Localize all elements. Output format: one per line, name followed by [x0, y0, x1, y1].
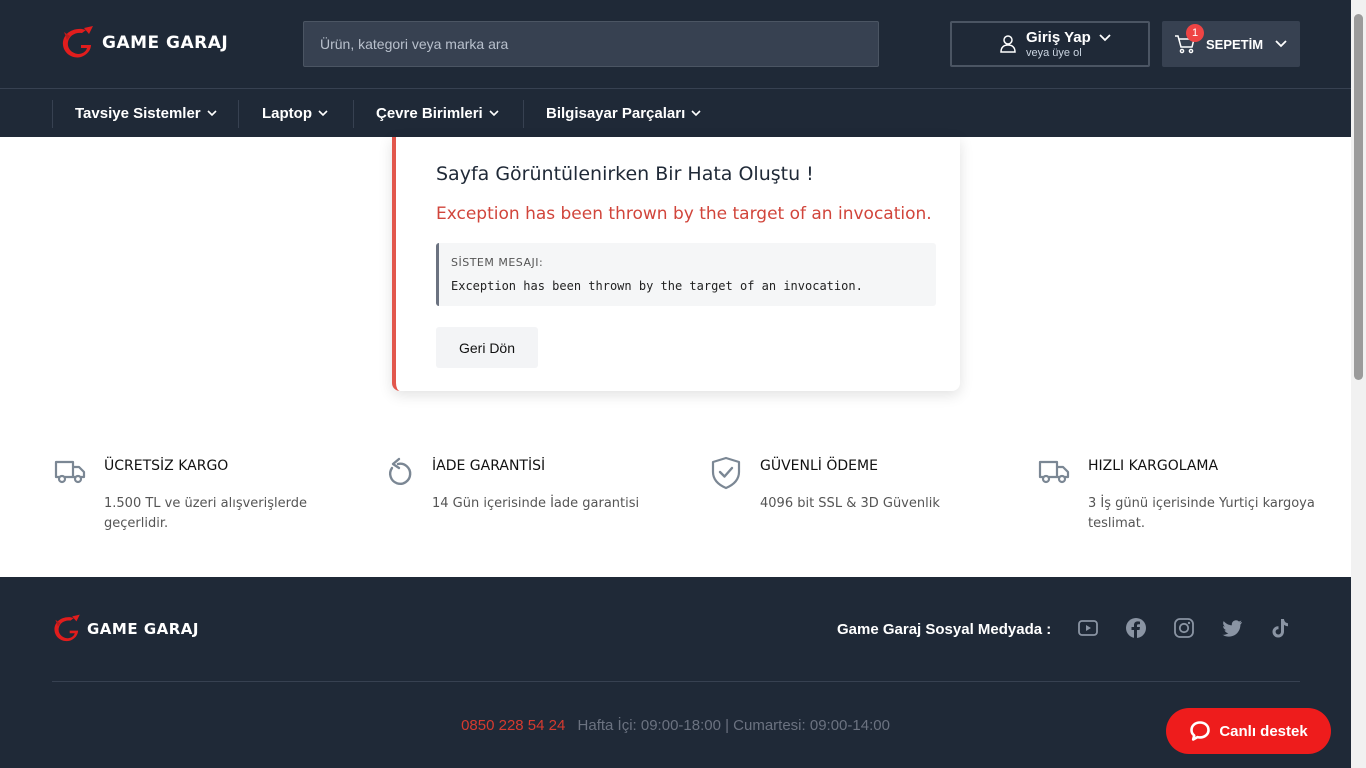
feature-title: HIZLI KARGOLAMA [1088, 458, 1219, 474]
error-title: Sayfa Görüntülenirken Bir Hata Oluştu ! [436, 163, 814, 185]
chat-bubble-icon [1190, 721, 1211, 741]
nav-item-tavsiye-sistemler[interactable]: Tavsiye Sistemler [75, 89, 217, 138]
feature-desc: 3 İş günü içerisinde Yurtiçi kargoya tes… [1088, 496, 1315, 531]
error-exception: Exception has been thrown by the target … [436, 204, 932, 224]
contact-info: 0850 228 54 24 Hafta İçi: 09:00-18:00 | … [0, 717, 1351, 734]
twitter-icon[interactable] [1221, 617, 1243, 639]
truck-icon [54, 460, 86, 484]
user-icon [1000, 35, 1016, 53]
logo-text: GAME GARAJ [102, 33, 229, 53]
main-nav: Tavsiye Sistemler Laptop Çevre Birimleri… [0, 88, 1351, 137]
feature-desc: 14 Gün içerisinde İade garantisi [432, 496, 640, 511]
return-icon [389, 457, 412, 485]
error-card: Sayfa Görüntülenirken Bir Hata Oluştu ! … [392, 137, 960, 391]
header: GAME GARAJ Giriş Yap veya üye ol 1 SEPET… [0, 0, 1351, 88]
chevron-down-icon [1275, 40, 1287, 48]
footer: GAME GARAJ Game Garaj Sosyal Medyada : 0… [0, 577, 1351, 768]
chevron-down-icon [318, 110, 328, 117]
nav-divider [238, 100, 239, 128]
tiktok-icon[interactable] [1269, 617, 1291, 639]
cart-count-badge: 1 [1186, 24, 1204, 42]
nav-item-laptop[interactable]: Laptop [262, 89, 328, 138]
shield-check-icon [711, 456, 741, 490]
feature-desc: 4096 bit SSL & 3D Güvenlik [760, 496, 940, 511]
cart-button[interactable]: 1 SEPETİM [1162, 21, 1300, 67]
system-message-label: SİSTEM MESAJI: [451, 256, 544, 269]
feature-title: İADE GARANTİSİ [432, 458, 546, 474]
nav-item-cevre-birimleri[interactable]: Çevre Birimleri [376, 89, 499, 138]
facebook-icon[interactable] [1125, 617, 1147, 639]
system-message-box: SİSTEM MESAJI: Exception has been thrown… [436, 243, 936, 306]
chevron-down-icon [691, 110, 701, 117]
cart-icon: 1 [1174, 24, 1204, 54]
instagram-icon[interactable] [1173, 617, 1195, 639]
logo-icon [54, 614, 80, 642]
feature-title: GÜVENLİ ÖDEME [760, 458, 878, 474]
chevron-down-icon [1099, 34, 1111, 42]
truck-icon [1038, 460, 1070, 484]
chevron-down-icon [207, 110, 217, 117]
back-button[interactable]: Geri Dön [436, 327, 538, 368]
logo[interactable]: GAME GARAJ [60, 26, 228, 60]
logo-text: GAME GARAJ [87, 620, 199, 638]
working-hours: Hafta İçi: 09:00-18:00 | Cumartesi: 09:0… [577, 717, 890, 734]
footer-divider [52, 681, 1300, 682]
login-title: Giriş Yap [1026, 29, 1091, 46]
nav-item-bilgisayar-parcalari[interactable]: Bilgisayar Parçaları [546, 89, 701, 138]
nav-divider [52, 100, 53, 128]
phone-number[interactable]: 0850 228 54 24 [461, 717, 565, 734]
feature-desc: 1.500 TL ve üzeri alışverişlerde geçerli… [104, 496, 307, 531]
nav-item-label: Çevre Birimleri [376, 105, 483, 122]
chevron-down-icon [489, 110, 499, 117]
system-message-text: Exception has been thrown by the target … [451, 279, 863, 293]
youtube-icon[interactable] [1077, 617, 1099, 639]
nav-divider [353, 100, 354, 128]
social-title: Game Garaj Sosyal Medyada : [837, 621, 1052, 638]
feature-title: ÜCRETSİZ KARGO [104, 458, 229, 474]
footer-logo[interactable]: GAME GARAJ [52, 614, 199, 644]
search-box [303, 21, 879, 67]
nav-item-label: Laptop [262, 105, 312, 122]
live-chat-button[interactable]: Canlı destek [1166, 708, 1331, 754]
live-chat-label: Canlı destek [1219, 722, 1308, 740]
nav-divider [523, 100, 524, 128]
login-button[interactable]: Giriş Yap veya üye ol [950, 21, 1150, 67]
search-input[interactable] [304, 22, 878, 66]
cart-label: SEPETİM [1206, 36, 1264, 52]
nav-item-label: Tavsiye Sistemler [75, 105, 201, 122]
page-scrollbar[interactable] [1351, 0, 1366, 768]
login-subtitle: veya üye ol [1026, 47, 1082, 59]
scrollbar-thumb[interactable] [1354, 14, 1363, 380]
nav-item-label: Bilgisayar Parçaları [546, 105, 686, 122]
logo-icon [62, 26, 93, 58]
